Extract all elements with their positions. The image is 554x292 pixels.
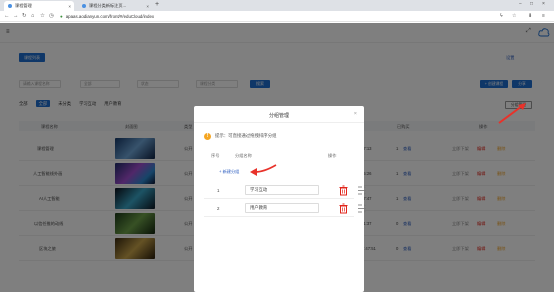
delete-icon[interactable] — [338, 185, 349, 196]
bookmark-icon[interactable]: ☆ — [40, 13, 45, 19]
forward-icon[interactable]: → — [13, 13, 19, 19]
drag-handle-icon[interactable] — [357, 203, 367, 214]
maximize-icon[interactable]: □ — [530, 1, 533, 7]
reload-icon[interactable]: ↻ — [22, 13, 27, 19]
category-name-input[interactable]: 学习互动 — [245, 185, 319, 195]
tab-close-icon[interactable]: × — [146, 4, 149, 9]
address-bar[interactable]: ● apaas.aodianyun.com/front/#/eduCloud/i… — [60, 13, 480, 20]
tab-title: 课程管理 — [15, 3, 32, 8]
dialog-title: 分组管理 — [268, 113, 289, 119]
category-index: 1 — [217, 188, 220, 193]
dialog-header: 分组管理 × — [194, 106, 364, 123]
tip-text: 提示：可直接通过拖拽排序分组 — [215, 133, 277, 138]
browser-tab-active[interactable]: 课程管理 × — [4, 1, 74, 11]
minimize-icon[interactable]: − — [519, 1, 522, 7]
col-index-header: 序号 — [211, 153, 220, 158]
home-icon[interactable]: ⌂ — [31, 13, 34, 19]
new-tab-icon[interactable]: + — [155, 1, 159, 8]
warning-icon: ! — [204, 132, 211, 140]
tab-title: 课程分类新标注页... — [89, 3, 126, 8]
back-icon[interactable]: ← — [4, 13, 10, 19]
add-category-button[interactable]: + 新建分组 — [219, 169, 239, 175]
delete-icon[interactable] — [338, 203, 349, 214]
category-row[interactable]: 1 学习互动 — [204, 182, 366, 199]
extension-icon[interactable]: ϟ — [500, 13, 503, 19]
drag-handle-icon[interactable] — [357, 185, 367, 196]
menu-icon[interactable]: ≡ — [542, 13, 545, 19]
lock-icon: ● — [60, 14, 63, 19]
col-action-header: 操作 — [328, 153, 337, 158]
category-name-input[interactable]: 用户教育 — [245, 203, 319, 213]
annotation-arrow-icon — [498, 103, 526, 124]
browser-tab-inactive[interactable]: 课程分类新标注页... × — [78, 1, 152, 11]
category-row[interactable]: 2 用户教育 — [204, 200, 366, 217]
history-icon[interactable]: ◷ — [49, 13, 54, 19]
browser-toolbar: ← → ↻ ⌂ ☆ ◷ ● apaas.aodianyun.com/front/… — [0, 11, 554, 22]
tab-favicon-icon — [82, 4, 86, 8]
tab-close-icon[interactable]: × — [68, 4, 71, 9]
category-manage-dialog: 分组管理 × ! 提示：可直接通过拖拽排序分组 序号 分组名称 操作 + 新建分… — [194, 106, 366, 292]
tab-favicon-icon — [8, 4, 12, 8]
star-icon[interactable]: ☆ — [512, 13, 516, 19]
dialog-tip: ! 提示：可直接通过拖拽排序分组 — [204, 131, 354, 141]
close-window-icon[interactable]: × — [542, 1, 545, 7]
download-icon[interactable]: ⬇ — [528, 13, 532, 19]
url-text: apaas.aodianyun.com/front/#/eduCloud/ind… — [65, 14, 155, 19]
col-name-header: 分组名称 — [235, 153, 252, 158]
browser-tab-bar: 课程管理 × 课程分类新标注页... × + − □ × — [0, 0, 554, 11]
close-icon[interactable]: × — [354, 111, 357, 117]
category-index: 2 — [217, 206, 220, 211]
annotation-arrow-icon — [250, 164, 277, 176]
